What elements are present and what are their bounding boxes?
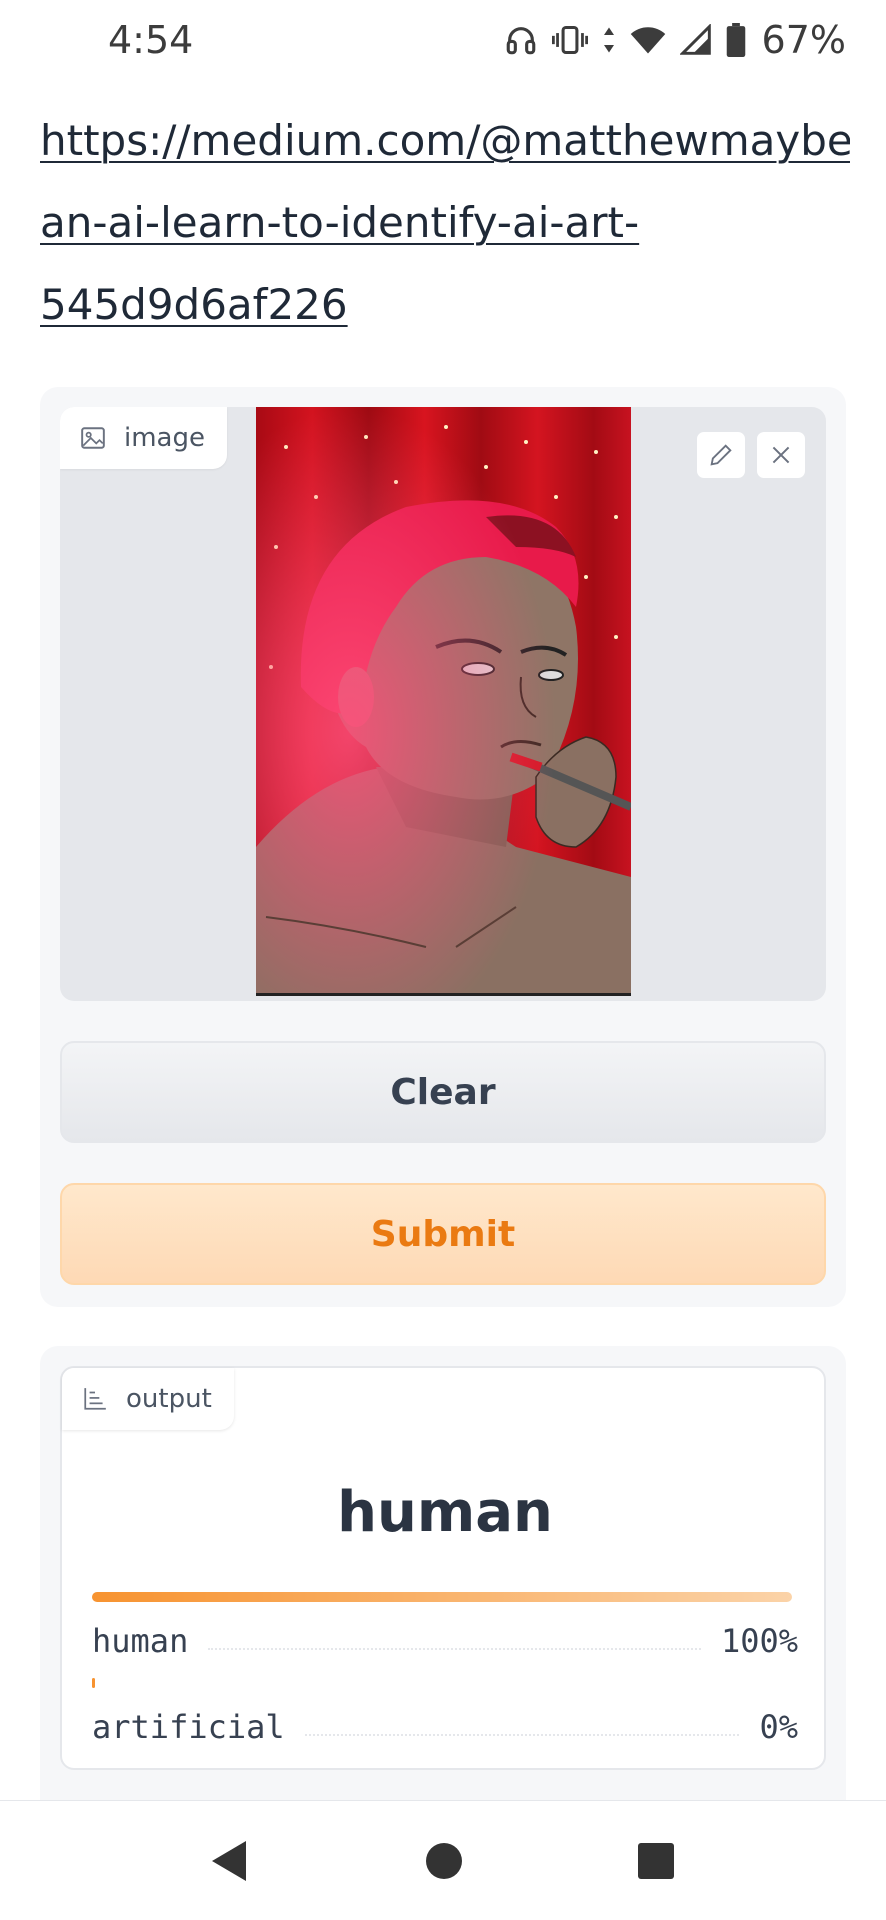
headphones-icon bbox=[506, 27, 535, 55]
input-panel: image Clear Submit bbox=[40, 387, 846, 1307]
link-line-3[interactable]: 545d9d6af226 bbox=[40, 264, 850, 346]
article-link[interactable]: https://medium.com/@matthewmaybe/c an-ai… bbox=[40, 100, 850, 346]
remove-image-button[interactable] bbox=[756, 431, 806, 479]
confidence-label: artificial bbox=[92, 1708, 285, 1746]
edit-image-button[interactable] bbox=[696, 431, 746, 479]
back-icon bbox=[212, 1841, 246, 1881]
recents-button[interactable] bbox=[636, 1839, 676, 1887]
recents-icon bbox=[638, 1843, 674, 1879]
confidence-row-artificial: artificial 0% bbox=[92, 1706, 798, 1746]
confidence-percent: 0% bbox=[759, 1708, 798, 1746]
home-button[interactable] bbox=[424, 1839, 464, 1887]
clear-button[interactable]: Clear bbox=[60, 1041, 826, 1143]
image-icon bbox=[81, 427, 105, 449]
confidence-bar-artificial bbox=[92, 1678, 792, 1688]
confidence-row-human: human 100% bbox=[92, 1620, 798, 1660]
close-icon bbox=[772, 446, 790, 464]
battery-percent: 67% bbox=[761, 18, 846, 62]
back-button[interactable] bbox=[208, 1839, 250, 1887]
output-label-chip: output bbox=[62, 1368, 234, 1430]
signal-icon bbox=[679, 24, 711, 55]
wifi-icon bbox=[630, 27, 665, 54]
confidence-bar-fill bbox=[92, 1592, 792, 1602]
status-time: 4:54 bbox=[108, 18, 194, 62]
vibrate-icon bbox=[551, 26, 588, 54]
label-output: output human human 100% artificial 0% bbox=[60, 1366, 826, 1770]
confidence-label: human bbox=[92, 1622, 189, 1660]
confidence-bar-human bbox=[92, 1592, 792, 1602]
battery-icon bbox=[726, 23, 745, 57]
home-icon bbox=[426, 1843, 462, 1879]
uploaded-image bbox=[256, 407, 631, 996]
status-bar: 4:54 67% bbox=[0, 0, 886, 80]
predicted-label: human bbox=[337, 1480, 553, 1545]
image-input[interactable]: image bbox=[60, 407, 826, 1001]
dotted-leader bbox=[304, 1734, 740, 1736]
status-icons: 67% bbox=[504, 18, 846, 62]
dotted-leader bbox=[208, 1648, 701, 1650]
data-arrows-icon bbox=[603, 27, 614, 53]
navigation-bar bbox=[0, 1800, 886, 1920]
output-panel: output human human 100% artificial 0% bbox=[40, 1346, 846, 1806]
link-line-1[interactable]: https://medium.com/@matthewmaybe/c bbox=[40, 100, 850, 182]
pencil-icon bbox=[710, 444, 732, 466]
bar-chart-icon bbox=[84, 1388, 106, 1410]
confidence-percent: 100% bbox=[720, 1622, 798, 1660]
screen: 4:54 67% https://medium.com/@matthewmayb… bbox=[0, 0, 886, 1920]
image-label: image bbox=[124, 423, 205, 453]
submit-button[interactable]: Submit bbox=[60, 1183, 826, 1285]
output-label: output bbox=[126, 1384, 212, 1414]
link-line-2[interactable]: an-ai-learn-to-identify-ai-art- bbox=[40, 182, 850, 264]
image-label-chip: image bbox=[60, 407, 227, 469]
confidence-bar-fill bbox=[92, 1678, 95, 1688]
